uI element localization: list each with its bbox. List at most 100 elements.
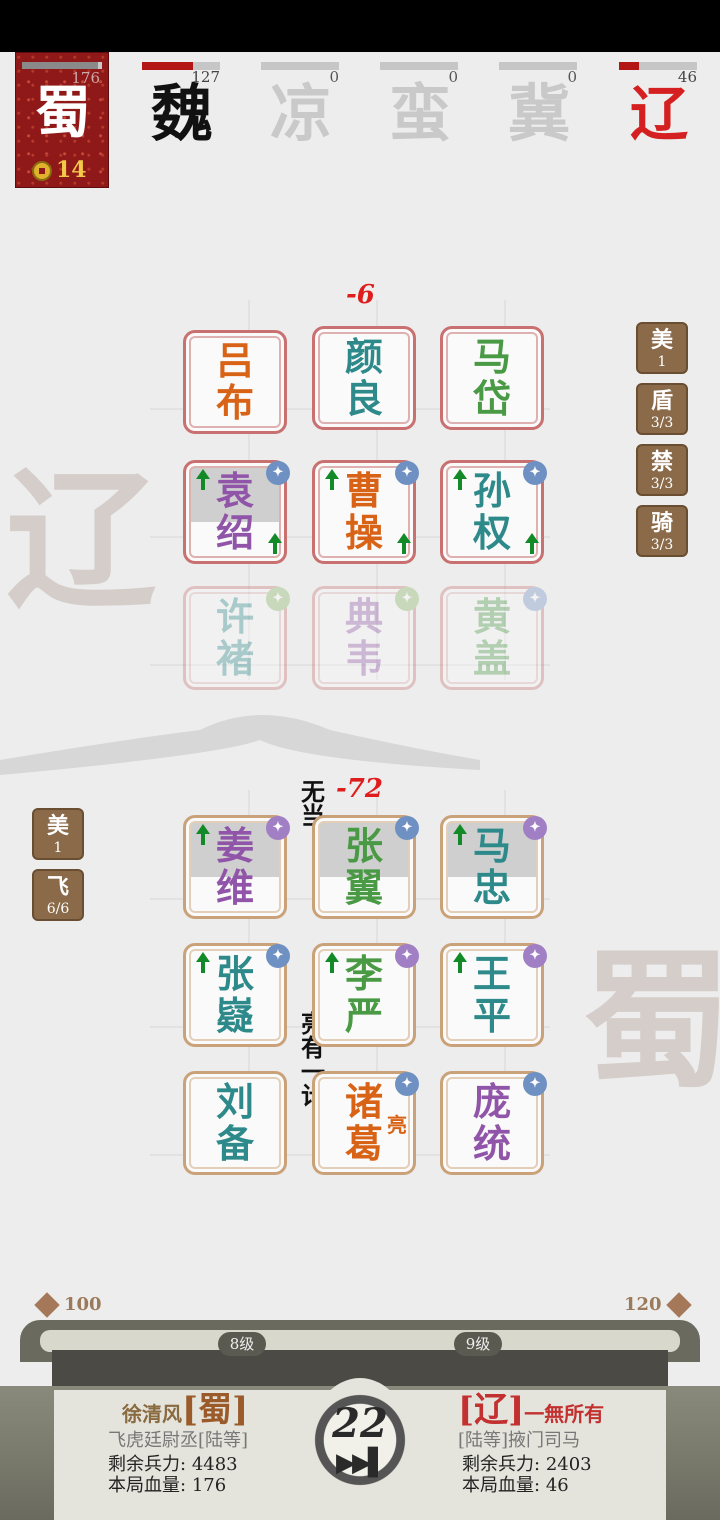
timer-value: 22	[332, 1400, 388, 1447]
gold-token-icon	[34, 1292, 60, 1318]
enemy-trait-tag[interactable]: 盾 3/3	[636, 383, 688, 435]
unit-name-char: 操	[344, 510, 383, 555]
ally-unit-zhangyi[interactable]: 张翼 ✦	[312, 815, 419, 919]
unit-name-char: 盖	[472, 636, 511, 681]
right-player-name: [辽]一無所有	[458, 1390, 605, 1430]
upgrade-arrow-icon	[268, 533, 282, 554]
equipment-badge-icon: ✦	[395, 1072, 419, 1096]
faction-glyph: 辽	[629, 80, 688, 148]
upgrade-arrow-icon	[325, 469, 339, 490]
ally-unit-jiangwei[interactable]: 姜维 ✦	[183, 815, 290, 919]
ally-trait-tag[interactable]: 飞 6/6	[32, 869, 84, 921]
enemy-unit-xuchu[interactable]: 许褚 ✦	[183, 586, 290, 690]
unit-name-char: 葛	[344, 1121, 383, 1166]
upgrade-arrow-icon	[325, 952, 339, 973]
upgrade-arrow-icon	[397, 533, 411, 554]
ally-trait-tag[interactable]: 美1	[32, 808, 84, 860]
enemy-trait-tag[interactable]: 骑 3/3	[636, 505, 688, 557]
equipment-badge-icon: ✦	[523, 944, 547, 968]
ally-unit-pangtong[interactable]: 庞统 ✦	[440, 1071, 547, 1175]
unit-name-char: 许	[215, 594, 254, 639]
equipment-badge-icon: ✦	[523, 587, 547, 611]
upgrade-arrow-icon	[196, 824, 210, 845]
player-hp-bar	[22, 62, 102, 69]
equipment-badge-icon: ✦	[523, 1072, 547, 1096]
unit-name-char: 张	[344, 823, 383, 868]
upgrade-arrow-icon	[453, 952, 467, 973]
faction-ji[interactable]: 0 冀	[499, 52, 609, 162]
unit-name-char: 权	[472, 510, 511, 555]
ally-unit-zhangni[interactable]: 张嶷 ✦	[183, 943, 290, 1047]
unit-name-char: 严	[344, 993, 383, 1038]
left-player-title: 飞虎廷尉丞[陆等]	[108, 1430, 249, 1451]
unit-name-char: 维	[215, 865, 254, 910]
left-level-badge: 8级	[218, 1332, 266, 1356]
enemy-unit-sunquan[interactable]: 孙权 ✦	[440, 460, 547, 564]
ally-faction-watermark: 蜀	[582, 933, 720, 1109]
faction-liang[interactable]: 0 凉	[261, 52, 371, 162]
unit-name-char: 翼	[344, 865, 383, 910]
unit-mark: 亮	[387, 1113, 407, 1137]
ally-unit-liyan[interactable]: 李严 ✦	[312, 943, 419, 1047]
faction-man[interactable]: 0 蛮	[380, 52, 490, 162]
enemy-trait-tag[interactable]: 美1	[636, 322, 688, 374]
unit-name-char: 良	[344, 376, 383, 421]
unit-name-char: 诸	[344, 1079, 383, 1124]
unit-name-char: 平	[472, 993, 511, 1038]
ally-unit-liubei[interactable]: 刘备	[183, 1071, 287, 1175]
fast-forward-icon[interactable]: ▶▶▌	[330, 1448, 390, 1478]
unit-name-char: 马	[472, 823, 511, 868]
right-player-title: [陆等]掖门司马	[458, 1430, 581, 1451]
enemy-unit-yuanshao[interactable]: 袁绍 ✦	[183, 460, 290, 564]
gold-token-icon	[665, 1292, 692, 1318]
unit-name-char: 曹	[344, 468, 383, 513]
unit-name-char: 庞	[472, 1079, 511, 1124]
left-gold-counter: 100	[30, 1292, 102, 1318]
enemy-unit-lvbu[interactable]: 吕布	[183, 330, 287, 434]
unit-name-char: 王	[472, 951, 511, 996]
unit-name-char: 姜	[215, 823, 254, 868]
upgrade-arrow-icon	[453, 469, 467, 490]
enemy-unit-dianwei[interactable]: 典韦 ✦	[312, 586, 419, 690]
unit-name-char: 李	[344, 951, 383, 996]
faction-liao[interactable]: 46 辽	[619, 52, 720, 162]
enemy-unit-caocao[interactable]: 曹操 ✦	[312, 460, 419, 564]
enemy-unit-madai[interactable]: 马岱	[440, 326, 544, 430]
faction-glyph: 冀	[507, 77, 570, 150]
left-player-troops: 剩余兵力: 4483	[108, 1454, 238, 1475]
right-gold-counter: 120	[624, 1292, 696, 1318]
unit-name-char: 典	[344, 594, 383, 639]
unit-name-char: 韦	[344, 636, 383, 681]
unit-name-char: 备	[215, 1121, 254, 1166]
unit-name-char: 绍	[215, 510, 254, 555]
unit-name-char: 马	[472, 334, 511, 379]
bottom-player-panel: 8级 9级 22 ▶▶▌ 徐清风[蜀] 飞虎廷尉丞[陆等] 剩余兵力: 4483…	[0, 1320, 720, 1520]
unit-name-char: 统	[472, 1121, 511, 1166]
round-timer[interactable]: 22 ▶▶▌	[310, 1378, 410, 1502]
equipment-badge-icon: ✦	[266, 461, 290, 485]
enemy-trait-tag[interactable]: 禁 3/3	[636, 444, 688, 496]
ally-unit-mazhong[interactable]: 马忠 ✦	[440, 815, 547, 919]
unit-name-char: 孙	[472, 468, 511, 513]
equipment-badge-icon: ✦	[395, 587, 419, 611]
player-faction-card[interactable]: 176 蜀 14	[15, 52, 109, 188]
ally-unit-wangping[interactable]: 王平 ✦	[440, 943, 547, 1047]
ally-unit-zhugeliang[interactable]: 诸葛 亮 ✦	[312, 1071, 419, 1175]
equipment-badge-icon: ✦	[523, 461, 547, 485]
unit-name-char: 袁	[215, 468, 254, 513]
upgrade-arrow-icon	[453, 824, 467, 845]
ink-bridge-decoration	[0, 715, 480, 775]
unit-name-char: 黄	[472, 594, 511, 639]
left-player-hp: 本局血量: 176	[108, 1475, 227, 1496]
faction-wei[interactable]: 127 魏	[142, 52, 252, 162]
unit-name-char: 吕	[215, 338, 254, 383]
unit-name-char: 布	[215, 380, 254, 425]
faction-glyph: 魏	[150, 77, 213, 150]
enemy-unit-huanggai[interactable]: 黄盖 ✦	[440, 586, 547, 690]
unit-name-char: 张	[215, 951, 254, 996]
equipment-badge-icon: ✦	[266, 816, 290, 840]
enemy-faction-watermark: 辽	[6, 453, 157, 629]
unit-name-char: 嶷	[215, 993, 254, 1038]
enemy-unit-yanliang[interactable]: 颜良	[312, 326, 416, 430]
enemy-damage-text: -6	[346, 280, 375, 310]
